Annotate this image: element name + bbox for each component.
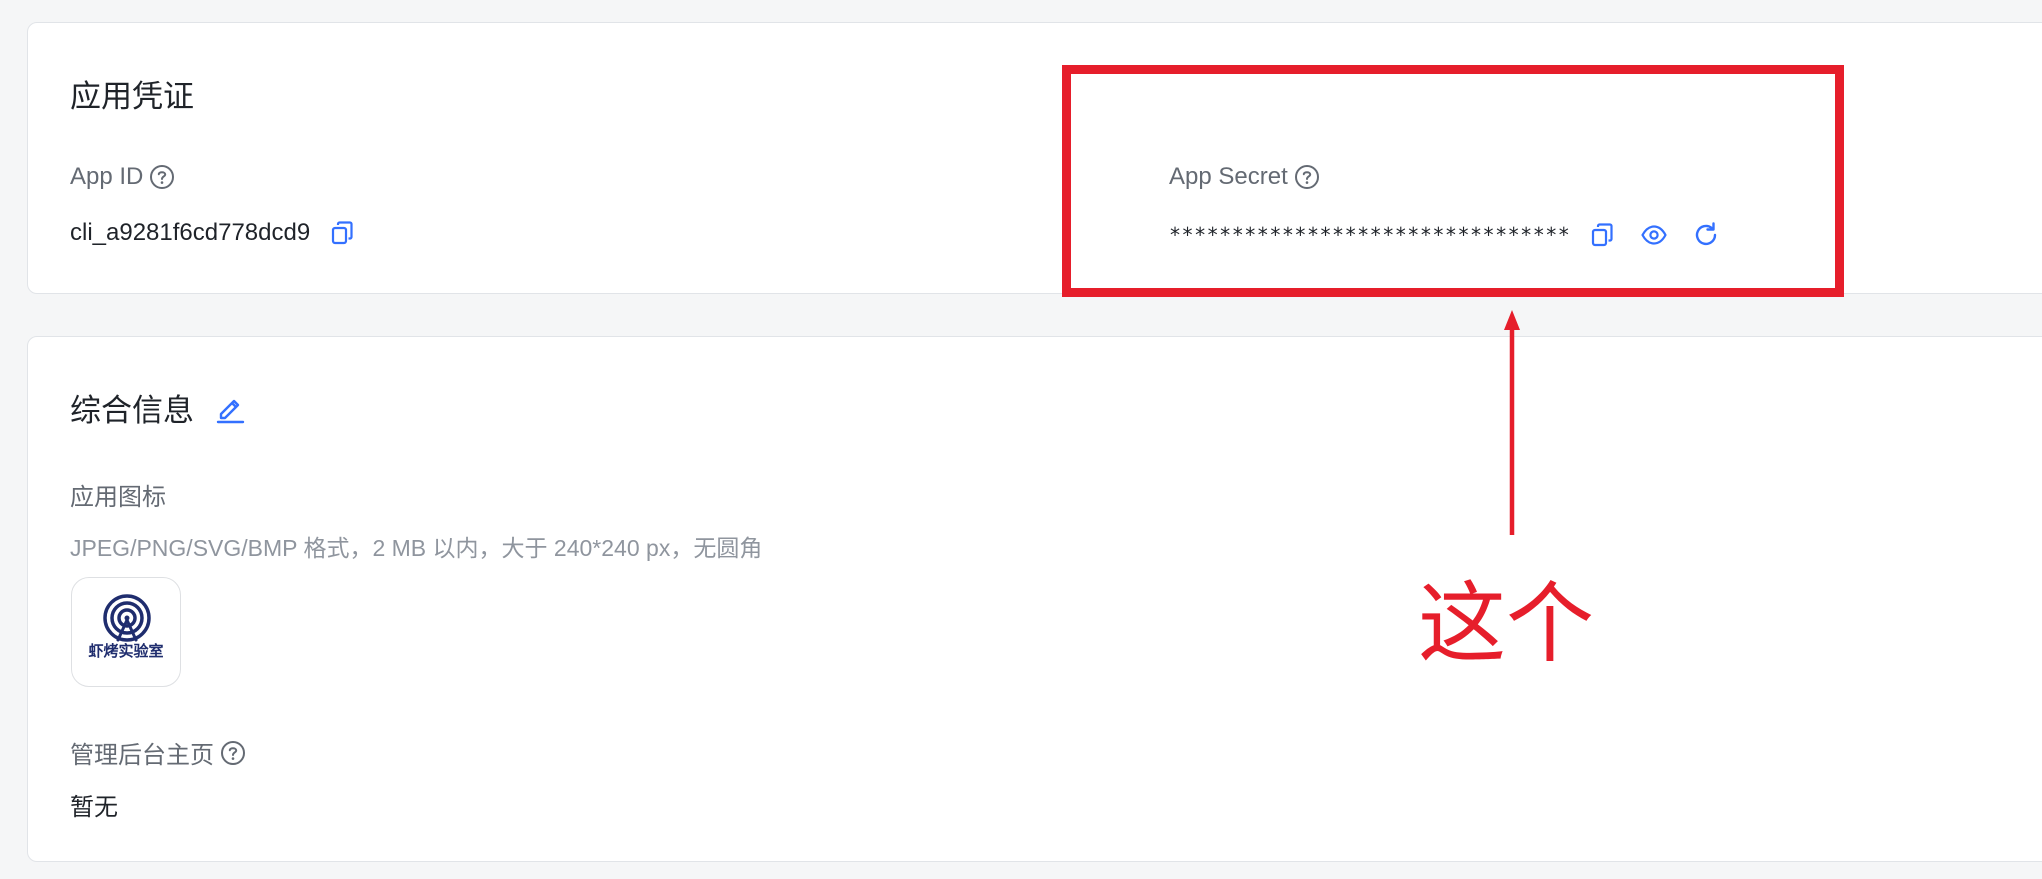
app-id-label-row: App ID — [70, 163, 175, 191]
question-circle-icon[interactable] — [149, 164, 175, 190]
annotation-highlight-box — [1062, 65, 1844, 297]
annotation-arrow-icon — [1504, 310, 1520, 535]
general-info-card: 综合信息 应用图标 JPEG/PNG/SVG/BMP 格式，2 MB 以内，大于… — [27, 336, 2042, 862]
general-info-header: 综合信息 — [70, 385, 246, 430]
admin-homepage-label-row: 管理后台主页 — [70, 735, 246, 770]
app-id-value-row: cli_a9281f6cd778dcd9 — [70, 217, 358, 249]
credentials-title: 应用凭证 — [70, 79, 194, 114]
copy-icon[interactable] — [326, 217, 358, 249]
question-circle-icon[interactable] — [220, 740, 246, 766]
app-logo[interactable]: 虾烤实验室 — [71, 577, 181, 687]
general-info-title: 综合信息 — [70, 393, 194, 428]
app-logo-text: 虾烤实验室 — [88, 642, 164, 660]
admin-homepage-label: 管理后台主页 — [70, 742, 214, 769]
app-icon-label: 应用图标 — [70, 477, 166, 512]
app-id-label: App ID — [70, 163, 144, 190]
app-icon-hint: JPEG/PNG/SVG/BMP 格式，2 MB 以内，大于 240*240 p… — [70, 535, 763, 561]
app-id-value: cli_a9281f6cd778dcd9 — [70, 219, 311, 246]
annotation-label: 这个 — [1418, 572, 1595, 675]
pencil-edit-icon[interactable] — [214, 392, 246, 424]
admin-homepage-value: 暂无 — [70, 794, 118, 821]
app-icon-label-text: 应用图标 — [70, 484, 166, 511]
